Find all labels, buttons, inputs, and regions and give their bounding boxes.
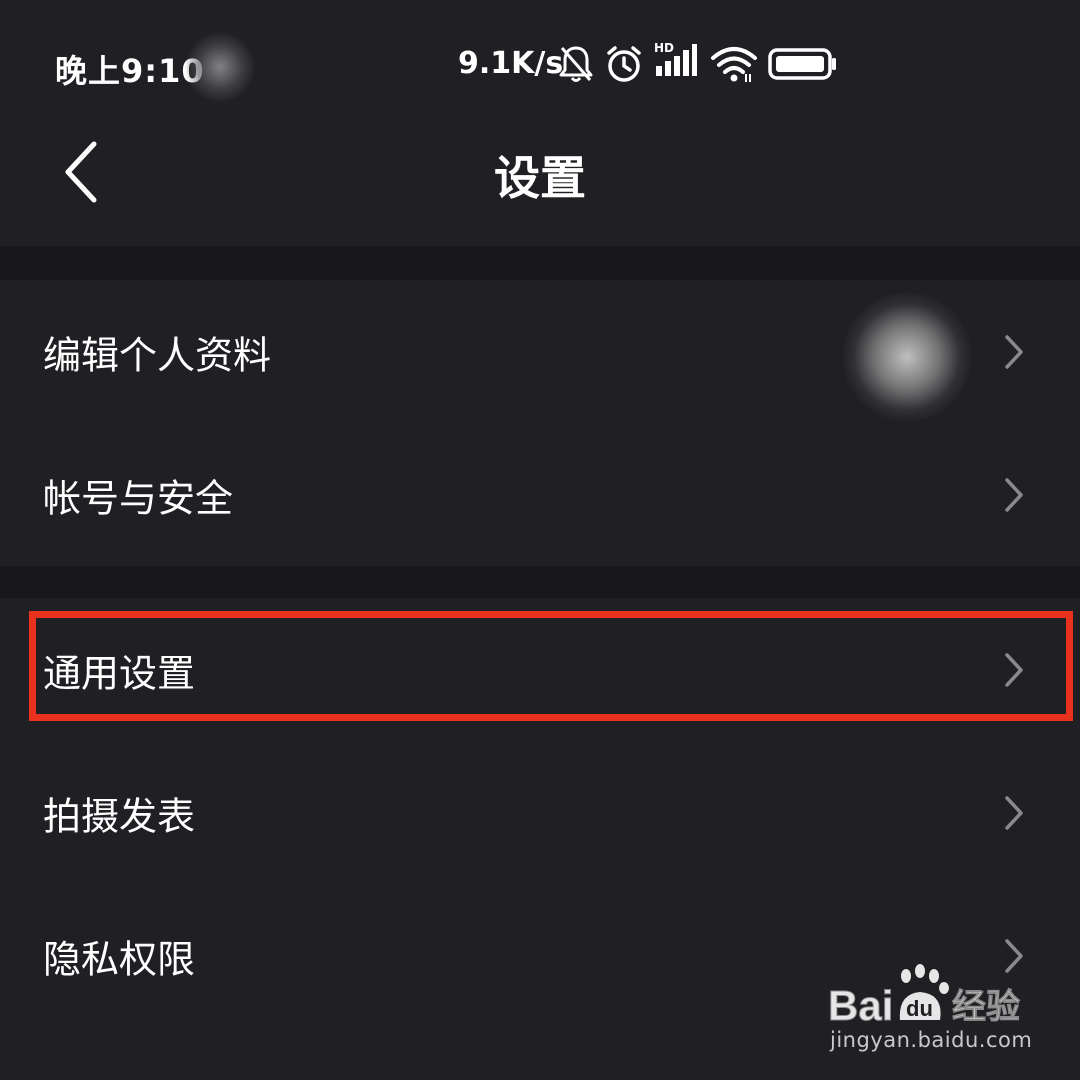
section-divider <box>0 246 1080 280</box>
hd-label: HD <box>654 41 674 55</box>
section-divider <box>0 566 1080 598</box>
settings-screen: 晚上9:10 9.1K/s HD 设置 编辑个人资料 帐号与安全 通用设置 拍摄… <box>0 0 1080 1080</box>
avatar[interactable] <box>842 292 972 422</box>
watermark-du: du <box>906 996 933 1021</box>
settings-item-account-security[interactable]: 帐号与安全 <box>0 423 1080 566</box>
watermark-url: jingyan.baidu.com <box>830 1028 1033 1052</box>
chevron-right-icon <box>1005 477 1023 512</box>
status-bar: 晚上9:10 9.1K/s HD <box>0 0 1080 130</box>
settings-item-label: 编辑个人资料 <box>43 333 272 377</box>
network-speed: 9.1K/s <box>458 46 564 81</box>
baidu-logo: Bai du 经验 <box>828 964 1020 1028</box>
blurred-notification-icon <box>185 32 255 102</box>
chevron-right-icon <box>1005 795 1023 830</box>
battery-icon <box>768 48 836 80</box>
settings-item-label: 帐号与安全 <box>43 476 234 520</box>
status-time: 晚上9:10 <box>55 52 205 90</box>
chevron-right-icon <box>1005 652 1023 687</box>
bell-muted-icon <box>559 46 593 82</box>
wifi-icon <box>711 47 757 82</box>
baidu-jingyan-watermark: Bai du 经验 jingyan.baidu.com <box>828 962 1032 1062</box>
watermark-suffix: 经验 <box>952 987 1020 1027</box>
watermark-brand: Bai <box>828 982 893 1028</box>
settings-item-label: 拍摄发表 <box>43 794 196 838</box>
alarm-icon <box>607 46 641 82</box>
hd-signal-icon: HD <box>654 41 697 76</box>
settings-item-general[interactable]: 通用设置 <box>0 598 1080 741</box>
settings-item-shoot-publish[interactable]: 拍摄发表 <box>0 741 1080 884</box>
settings-item-label: 通用设置 <box>43 651 196 695</box>
settings-item-label: 隐私权限 <box>43 937 196 981</box>
chevron-right-icon <box>1005 334 1023 369</box>
page-title: 设置 <box>494 151 586 205</box>
